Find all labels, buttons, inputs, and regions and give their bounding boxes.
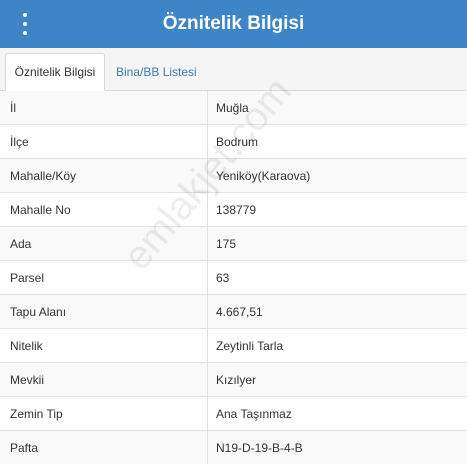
row-value: Bodrum	[216, 134, 259, 149]
row-value: 138779	[216, 202, 257, 217]
row-label: Ada	[0, 227, 208, 260]
row-label: Mevkii	[0, 363, 208, 396]
row-value: 175	[216, 236, 237, 251]
table-row: Nitelik Zeytinli Tarla	[0, 329, 467, 363]
row-value: 4.667,51	[216, 304, 263, 319]
row-label: Mahalle No	[0, 193, 208, 226]
table-row: Zemin Tip Ana Taşınmaz	[0, 397, 467, 431]
table-row: İlçe Bodrum	[0, 125, 467, 159]
page-title: Öznitelik Bilgisi	[162, 13, 305, 34]
table-row: Parsel 63	[0, 261, 467, 295]
row-label: Parsel	[0, 261, 208, 294]
row-label: Mahalle/Köy	[0, 159, 208, 192]
table-row: Mevkii Kızılyer	[0, 363, 467, 397]
row-label: İl	[0, 91, 208, 124]
tab-bina-bb-listesi[interactable]: Bina/BB Listesi	[116, 53, 197, 91]
table-row: İl Muğla	[0, 91, 467, 125]
row-value: Muğla	[216, 100, 249, 115]
tab-oznitelik-bilgisi[interactable]: Öznitelik Bilgisi	[5, 53, 105, 91]
row-value: N19-D-19-B-4-B	[216, 440, 303, 455]
row-value: 63	[216, 270, 230, 285]
row-value: Yeniköy(Karaova)	[216, 168, 311, 183]
tab-bar: Öznitelik Bilgisi Bina/BB Listesi	[0, 48, 467, 91]
vertical-dots-icon[interactable]	[17, 13, 33, 35]
row-label: Zemin Tip	[0, 397, 208, 430]
attribute-table: İl Muğla İlçe Bodrum Mahalle/Köy Yeniköy…	[0, 91, 467, 464]
table-row: Mahalle/Köy Yeniköy(Karaova)	[0, 159, 467, 193]
row-label: Tapu Alanı	[0, 295, 208, 328]
table-row: Ada 175	[0, 227, 467, 261]
row-label: İlçe	[0, 125, 208, 158]
menu-dot	[23, 13, 27, 17]
row-label: Pafta	[0, 431, 208, 464]
table-row: Mahalle No 138779	[0, 193, 467, 227]
row-value: Kızılyer	[216, 372, 257, 387]
row-value: Ana Taşınmaz	[216, 406, 292, 421]
table-row: Tapu Alanı 4.667,51	[0, 295, 467, 329]
menu-dot	[23, 22, 27, 26]
app-header: Öznitelik Bilgisi	[0, 0, 467, 48]
table-row: Pafta N19-D-19-B-4-B	[0, 431, 467, 464]
row-value: Zeytinli Tarla	[216, 338, 284, 353]
menu-dot	[23, 31, 27, 35]
row-label: Nitelik	[0, 329, 208, 362]
